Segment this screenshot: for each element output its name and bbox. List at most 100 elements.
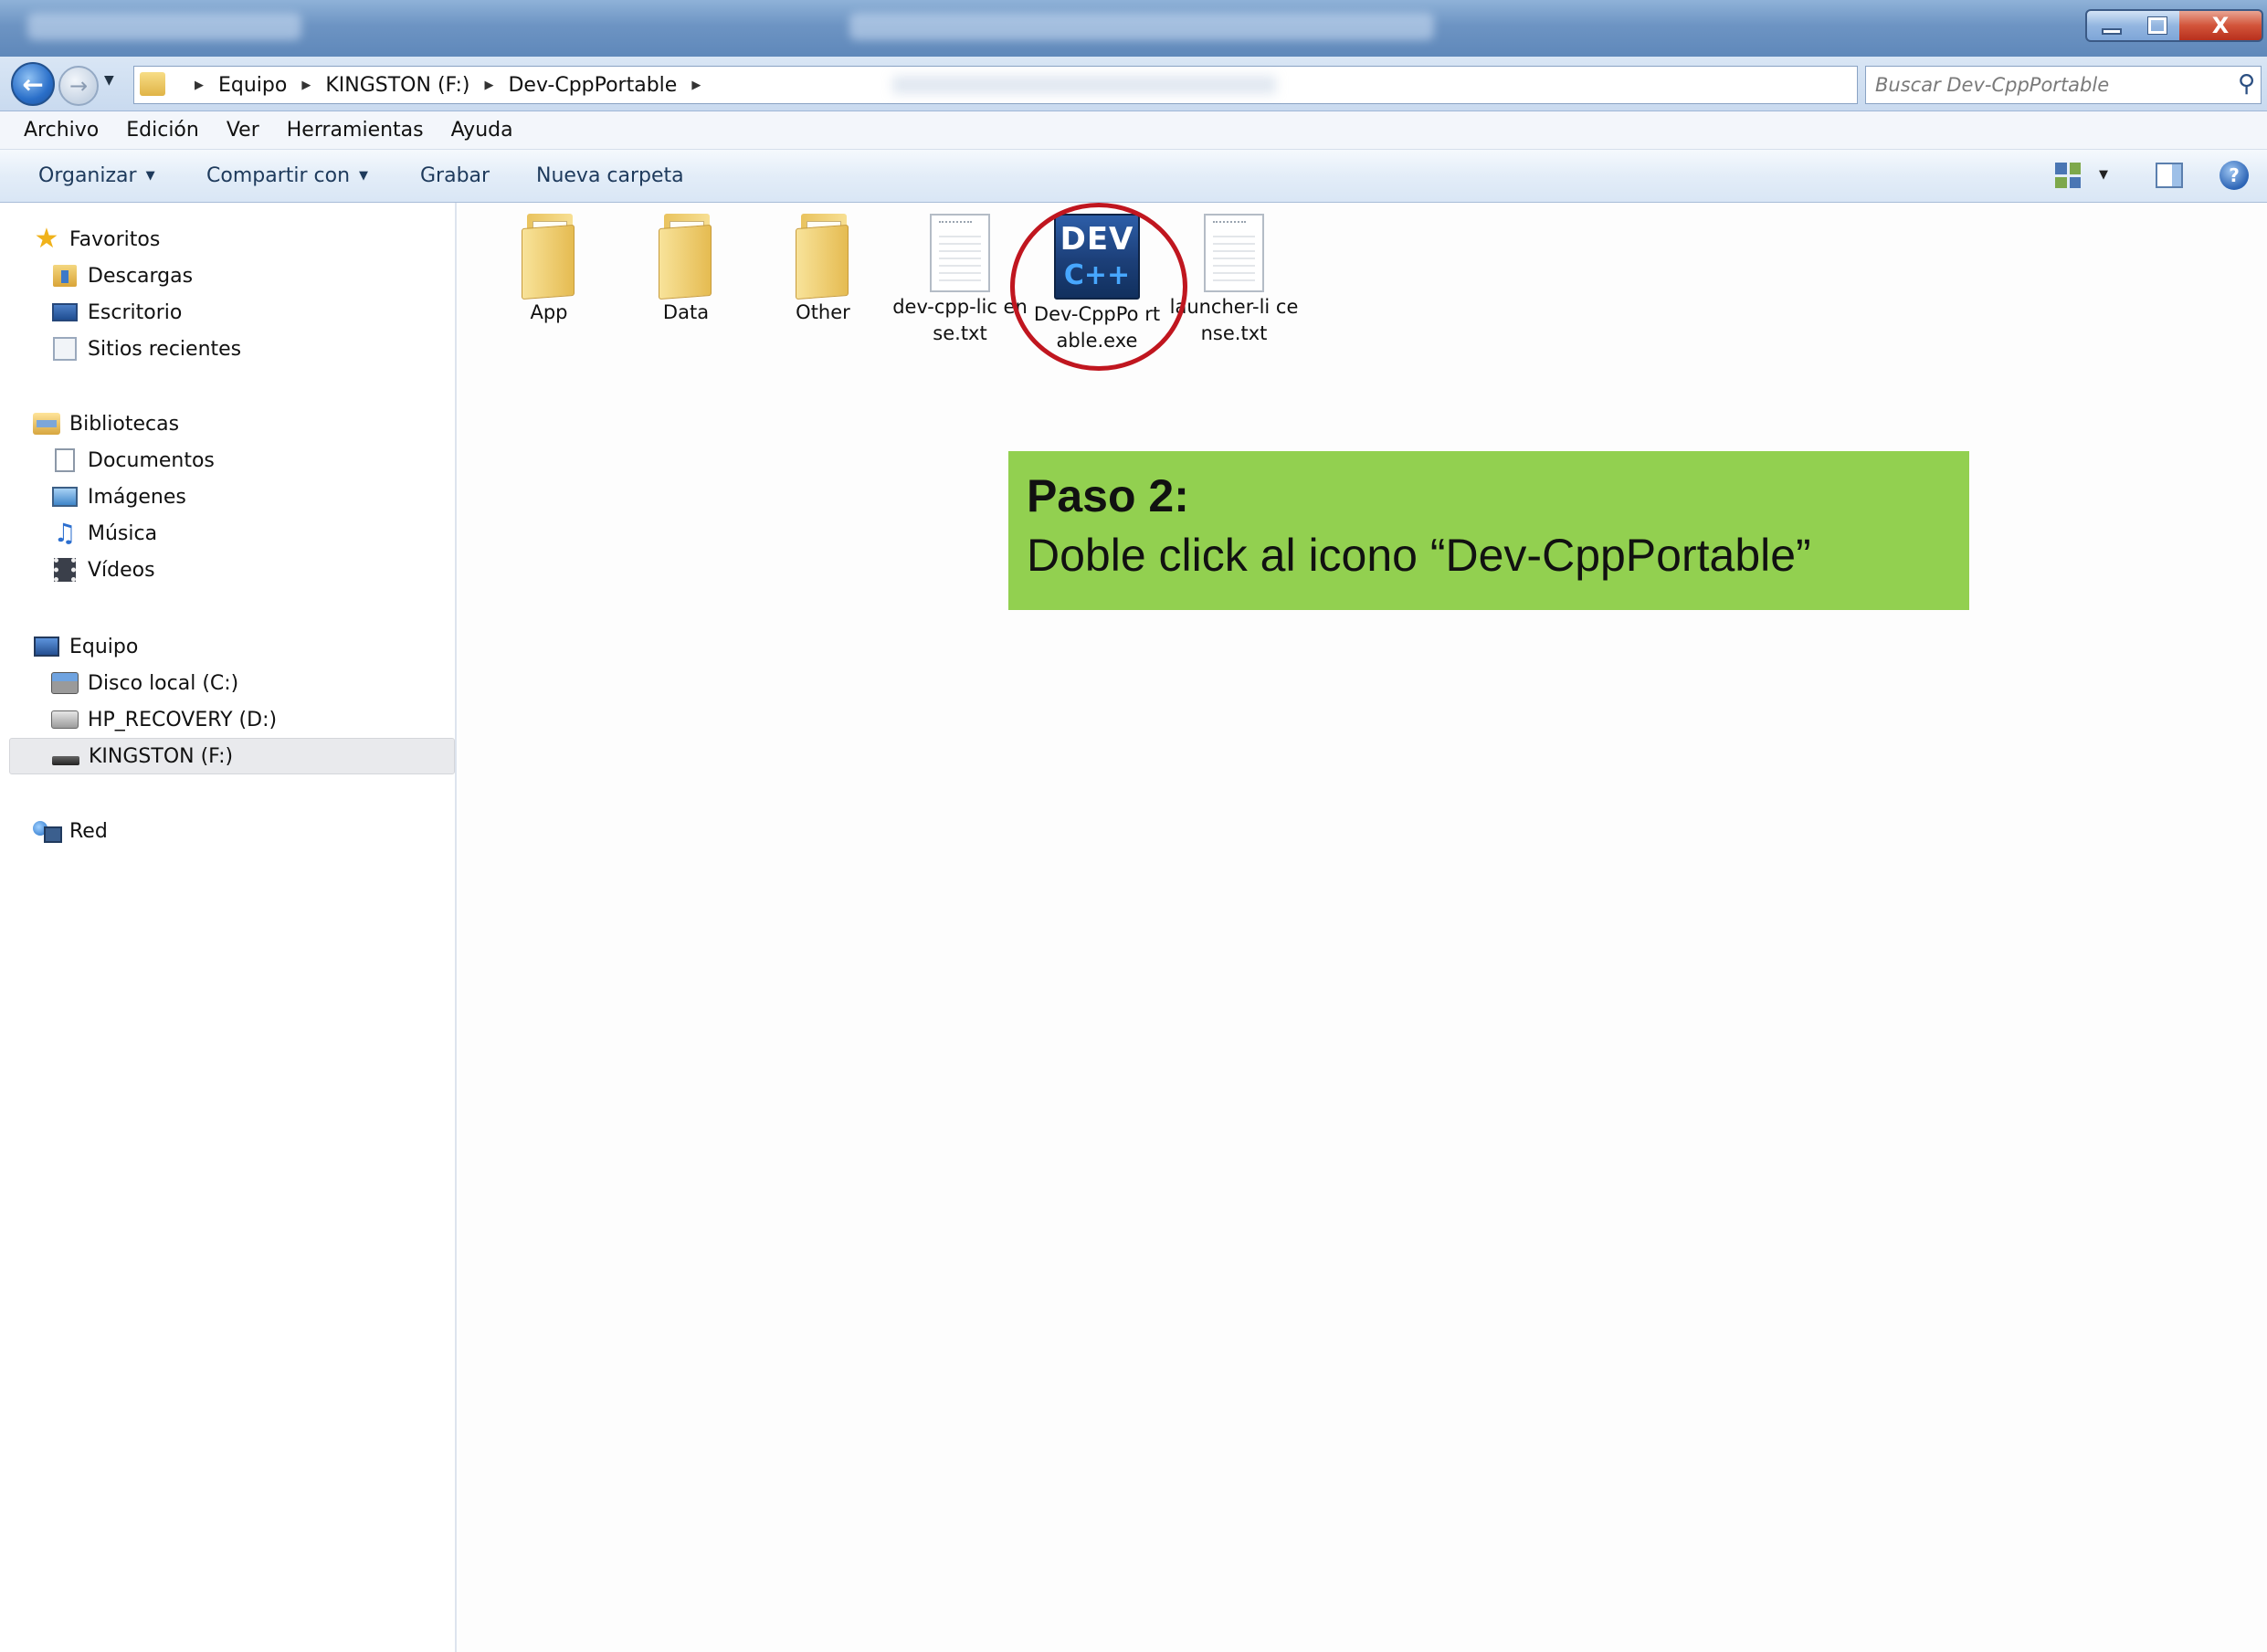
- file-list: App Data Other dev-cpp-lic ense.txt DEV …: [459, 203, 2267, 1652]
- file-item-dev-cppportable-exe[interactable]: DEV C++ Dev-CppPo rtable.exe: [1028, 214, 1165, 354]
- text-file-icon: [930, 214, 990, 292]
- share-button[interactable]: Compartir con ▼: [206, 164, 368, 187]
- videos-icon: [51, 557, 79, 583]
- dev-cpp-icon: DEV C++: [1054, 214, 1140, 300]
- close-button[interactable]: X: [2179, 9, 2263, 42]
- address-bar[interactable]: ▶ Equipo ▶ KINGSTON (F:) ▶ Dev-CppPortab…: [133, 66, 1973, 104]
- file-label: Dev-CppPo rtable.exe: [1033, 303, 1161, 352]
- new-folder-button[interactable]: Nueva carpeta: [536, 164, 684, 187]
- folder-icon: [657, 214, 715, 300]
- sidebar-item-musica[interactable]: ♫ Música: [51, 515, 499, 552]
- menu-edicion[interactable]: Edición: [126, 119, 199, 142]
- sidebar-item-label: Documentos: [88, 448, 215, 472]
- minimize-icon: [2101, 27, 2122, 35]
- burn-button[interactable]: Grabar: [420, 164, 490, 187]
- change-view-icon[interactable]: [2055, 163, 2081, 188]
- chevron-right-icon[interactable]: ▶: [691, 79, 701, 92]
- breadcrumb: ▶ Equipo ▶ KINGSTON (F:) ▶ Dev-CppPortab…: [180, 67, 715, 103]
- menu-ayuda[interactable]: Ayuda: [451, 119, 513, 142]
- back-button[interactable]: ←: [11, 62, 55, 106]
- dev-cpp-icon-subtext: C++: [1063, 259, 1131, 291]
- title-blur-left: [27, 13, 301, 40]
- back-arrow-icon: ←: [22, 68, 44, 100]
- sidebar-item-label: Sitios recientes: [88, 337, 242, 361]
- folder-icon: [140, 72, 165, 96]
- sidebar-item-label: HP_RECOVERY (D:): [88, 708, 278, 731]
- chevron-right-icon[interactable]: ▶: [484, 79, 493, 92]
- callout-title: Paso 2:: [1027, 470, 1189, 521]
- forward-button[interactable]: →: [58, 66, 99, 106]
- sidebar-item-bibliotecas[interactable]: Bibliotecas: [33, 405, 480, 442]
- sidebar-item-kingston-f[interactable]: KINGSTON (F:): [9, 738, 455, 774]
- sidebar-item-videos[interactable]: Vídeos: [51, 552, 499, 588]
- breadcrumb-equipo[interactable]: Equipo: [218, 74, 287, 97]
- star-icon: ★: [34, 223, 59, 255]
- sidebar-item-label: Descargas: [88, 264, 194, 288]
- file-label: dev-cpp-lic ense.txt: [892, 296, 1028, 344]
- search-input[interactable]: [1875, 67, 2213, 103]
- instruction-callout: Paso 2: Doble click al icono “Dev-CppPor…: [1008, 451, 1969, 610]
- file-item-app[interactable]: App: [480, 214, 617, 326]
- sidebar-item-imagenes[interactable]: Imágenes: [51, 479, 499, 515]
- breadcrumb-kingston[interactable]: KINGSTON (F:): [325, 74, 469, 97]
- dev-cpp-icon-text: DEV: [1060, 221, 1134, 258]
- libraries-icon: [33, 411, 60, 437]
- sidebar-item-disco-local-c[interactable]: Disco local (C:): [51, 665, 499, 701]
- sidebar-item-label: Imágenes: [88, 485, 186, 509]
- sidebar-item-label: KINGSTON (F:): [89, 744, 234, 768]
- sidebar-item-favoritos[interactable]: ★ Favoritos: [33, 221, 480, 258]
- menu-herramientas[interactable]: Herramientas: [287, 119, 424, 142]
- folder-icon: [794, 214, 852, 300]
- local-disk-icon: [51, 670, 79, 696]
- callout-text: Doble click al icono “Dev-CppPortable”: [1027, 530, 1811, 581]
- sidebar-item-label: Disco local (C:): [88, 671, 239, 695]
- organize-button[interactable]: Organizar ▼: [38, 164, 155, 187]
- chevron-down-icon: ▼: [145, 169, 155, 183]
- file-item-other[interactable]: Other: [754, 214, 891, 326]
- sidebar-item-label: Red: [69, 819, 108, 843]
- sidebar-item-escritorio[interactable]: Escritorio: [51, 294, 499, 331]
- sidebar-item-red[interactable]: Red: [33, 813, 480, 849]
- navigation-pane: ★ Favoritos Descargas Escritorio Sitios …: [0, 203, 457, 1652]
- new-folder-label: Nueva carpeta: [536, 164, 684, 187]
- sidebar-item-label: Música: [88, 521, 158, 545]
- view-options-dropdown[interactable]: ▼: [2099, 168, 2108, 182]
- file-item-launcher-license[interactable]: launcher-li cense.txt: [1165, 214, 1302, 347]
- sidebar-item-sitios-recientes[interactable]: Sitios recientes: [51, 331, 499, 367]
- file-label: Data: [662, 301, 710, 323]
- file-label: launcher-li cense.txt: [1169, 296, 1299, 344]
- recent-pages-dropdown[interactable]: ▼: [104, 73, 114, 88]
- search-icon[interactable]: ⚲: [2238, 70, 2255, 98]
- minimize-button[interactable]: [2085, 9, 2137, 42]
- pictures-icon: [51, 484, 79, 510]
- address-blur: [892, 76, 1276, 94]
- address-toolbar: ← → ▼ ▶ Equipo ▶ KINGSTON (F:) ▶ Dev-Cpp…: [0, 57, 2267, 111]
- sidebar-item-label: Equipo: [69, 635, 139, 658]
- breadcrumb-dev-cppportable[interactable]: Dev-CppPortable: [508, 74, 677, 97]
- text-file-icon: [1204, 214, 1264, 292]
- music-icon: ♫: [53, 518, 77, 548]
- sidebar-item-equipo[interactable]: Equipo: [33, 628, 480, 665]
- chevron-down-icon: ▼: [359, 169, 369, 183]
- sidebar-item-label: Vídeos: [88, 558, 155, 582]
- sidebar-item-descargas[interactable]: Descargas: [51, 258, 499, 294]
- chevron-right-icon[interactable]: ▶: [195, 79, 204, 92]
- file-label: App: [530, 301, 568, 323]
- menu-ver[interactable]: Ver: [227, 119, 259, 142]
- help-icon[interactable]: ?: [2220, 161, 2249, 190]
- menu-archivo[interactable]: Archivo: [24, 119, 99, 142]
- close-icon: X: [2211, 13, 2230, 38]
- sidebar-item-label: Escritorio: [88, 300, 183, 324]
- forward-arrow-icon: →: [69, 73, 89, 99]
- file-item-dev-cpp-license[interactable]: dev-cpp-lic ense.txt: [891, 214, 1028, 347]
- file-item-data[interactable]: Data: [617, 214, 754, 326]
- maximize-button[interactable]: [2135, 9, 2181, 42]
- sidebar-item-documentos[interactable]: Documentos: [51, 442, 499, 479]
- downloads-icon: [51, 263, 79, 289]
- preview-pane-icon[interactable]: [2156, 163, 2183, 188]
- chevron-right-icon[interactable]: ▶: [301, 79, 311, 92]
- sidebar-item-label: Favoritos: [69, 227, 161, 251]
- search-box[interactable]: ⚲: [1865, 66, 2262, 104]
- sidebar-item-hp-recovery-d[interactable]: HP_RECOVERY (D:): [51, 701, 499, 738]
- computer-icon: [33, 634, 60, 659]
